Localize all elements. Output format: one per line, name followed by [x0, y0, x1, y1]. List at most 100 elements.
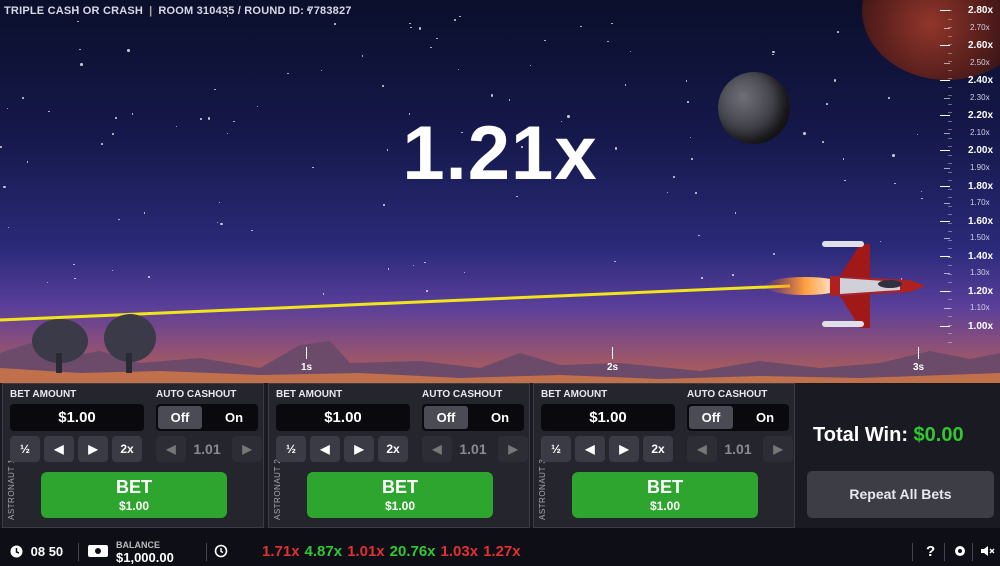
ruler-subtick — [948, 112, 952, 113]
gear-icon[interactable] — [953, 539, 967, 565]
balance-value: $1,000.00 — [116, 550, 174, 565]
history-multiplier: 20.76x — [389, 543, 436, 560]
ruler-subtick — [948, 282, 952, 283]
multiplier-ruler: 2.80x 2.60x 2.40x 2.20x 2.00x 1.80x 1.60x 1.40x… — [940, 0, 1000, 343]
bet-amount-input[interactable]: $1.00 — [276, 404, 410, 431]
halve-bet-button[interactable]: ½ — [10, 436, 40, 462]
bet-amount-input[interactable]: $1.00 — [10, 404, 144, 431]
ruler-label: 1.00x — [968, 320, 994, 332]
ruler-subtick — [948, 214, 952, 215]
ruler-subtick — [948, 103, 952, 105]
help-icon[interactable]: ? — [926, 539, 935, 565]
ruler-subtick — [948, 18, 952, 20]
ruler-subtick — [948, 35, 952, 37]
ruler-subtick — [948, 78, 952, 79]
ruler-subtick — [948, 316, 952, 317]
bet-amount-label: BET AMOUNT — [541, 389, 608, 400]
decrease-bet-button[interactable]: ◀ — [44, 436, 74, 462]
history-multiplier: 1.27x — [483, 543, 521, 560]
increase-bet-button[interactable]: ▶ — [609, 436, 639, 462]
total-win-label: Total Win: — [813, 424, 908, 446]
increase-cashout-button[interactable]: ▶ — [763, 436, 793, 462]
toggle-off[interactable]: Off — [424, 406, 468, 429]
bet-button-label: BET — [382, 477, 418, 497]
auto-cashout-toggle[interactable]: Off On — [687, 404, 789, 431]
ruler-label: 1.20x — [968, 285, 994, 297]
auto-cashout-value[interactable]: 1.01 — [449, 436, 497, 462]
ruler-tick — [940, 45, 950, 47]
ruler-subtick — [948, 154, 952, 156]
bet-amount-label: BET AMOUNT — [10, 389, 77, 400]
decrease-cashout-button[interactable]: ◀ — [687, 436, 717, 462]
ruler-subtick — [948, 171, 952, 173]
ruler-subtick — [948, 239, 952, 241]
ruler-tick — [940, 115, 950, 117]
ruler-label-minor: 1.50x — [970, 233, 990, 243]
decrease-bet-button[interactable]: ◀ — [575, 436, 605, 462]
history-multiplier: 1.71x — [262, 543, 300, 560]
bet-panel-3: ASTRONAUT 3 BET AMOUNT AUTO CASHOUT $1.0… — [533, 383, 795, 528]
increase-bet-button[interactable]: ▶ — [78, 436, 108, 462]
ruler-subtick — [948, 248, 952, 249]
mute-icon[interactable] — [980, 539, 995, 565]
halve-bet-button[interactable]: ½ — [276, 436, 306, 462]
ruler-label: 1.60x — [968, 215, 994, 227]
bet-button[interactable]: BET $1.00 — [41, 472, 227, 518]
clock: 08 50 — [10, 539, 63, 565]
bet-button[interactable]: BET $1.00 — [307, 472, 493, 518]
increase-bet-button[interactable]: ▶ — [344, 436, 374, 462]
ruler-subtick — [948, 61, 952, 62]
ruler-tick — [940, 80, 950, 82]
bet-amount-input[interactable]: $1.00 — [541, 404, 675, 431]
double-bet-button[interactable]: 2x — [378, 436, 408, 462]
time-tick — [306, 347, 307, 359]
bet-button[interactable]: BET $1.00 — [572, 472, 758, 518]
ruler-label: 2.00x — [968, 145, 994, 157]
ruler-subtick — [948, 333, 952, 334]
ruler-subtick — [948, 52, 952, 54]
total-win: Total Win: $0.00 — [813, 424, 964, 447]
ruler-subtick — [948, 222, 952, 224]
ruler-label-minor: 1.90x — [970, 162, 990, 172]
balance — [88, 539, 108, 565]
repeat-all-bets-button[interactable]: Repeat All Bets — [807, 471, 994, 518]
time-tick — [612, 347, 613, 359]
history-icon[interactable] — [214, 539, 228, 565]
increase-cashout-button[interactable]: ▶ — [232, 436, 262, 462]
halve-bet-button[interactable]: ½ — [541, 436, 571, 462]
ruler-subtick — [948, 129, 952, 130]
ruler-subtick — [948, 341, 952, 343]
ruler-subtick — [948, 307, 952, 309]
ruler-subtick — [948, 10, 952, 11]
time-label: 2s — [607, 362, 619, 373]
wallet-icon — [88, 544, 108, 559]
toggle-on[interactable]: On — [480, 406, 520, 429]
auto-cashout-toggle[interactable]: Off On — [422, 404, 524, 431]
bet-button-amount: $1.00 — [384, 499, 416, 513]
double-bet-button[interactable]: 2x — [643, 436, 673, 462]
decrease-bet-button[interactable]: ◀ — [310, 436, 340, 462]
history-multiplier: 4.87x — [304, 543, 343, 560]
ruler-label-minor: 1.30x — [970, 268, 990, 278]
game-scene: TRIPLE CASH OR CRASH | ROOM 310435 / ROUND… — [0, 0, 1000, 383]
mountain-landscape — [0, 314, 1000, 383]
auto-cashout-label: AUTO CASHOUT — [156, 389, 237, 400]
ruler-subtick — [948, 69, 952, 71]
auto-cashout-toggle[interactable]: Off On — [156, 404, 258, 431]
ruler-subtick — [948, 120, 952, 122]
ruler-label: 2.80x — [968, 5, 994, 16]
toggle-on[interactable]: On — [214, 406, 254, 429]
toggle-on[interactable]: On — [745, 406, 785, 429]
total-win-value: $0.00 — [913, 424, 964, 446]
increase-cashout-button[interactable]: ▶ — [498, 436, 528, 462]
decrease-cashout-button[interactable]: ◀ — [156, 436, 186, 462]
decrease-cashout-button[interactable]: ◀ — [422, 436, 452, 462]
time-label: 1s — [301, 362, 313, 373]
auto-cashout-value[interactable]: 1.01 — [183, 436, 231, 462]
toggle-off[interactable]: Off — [158, 406, 202, 429]
auto-cashout-value[interactable]: 1.01 — [714, 436, 762, 462]
double-bet-button[interactable]: 2x — [112, 436, 142, 462]
ruler-label-minor: 2.30x — [970, 92, 990, 102]
toggle-off[interactable]: Off — [689, 406, 733, 429]
auto-cashout-label: AUTO CASHOUT — [687, 389, 768, 400]
